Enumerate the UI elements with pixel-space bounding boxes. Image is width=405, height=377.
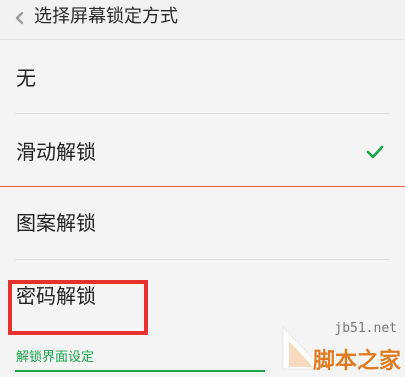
watermark-name: 脚本之家 bbox=[312, 349, 401, 374]
highlight-box bbox=[8, 280, 148, 335]
title-bar: 选择屏幕锁定方式 bbox=[0, 0, 405, 40]
option-label: 无 bbox=[16, 66, 36, 90]
option-none[interactable]: 无 bbox=[0, 40, 405, 114]
watermark-url: jb51.net bbox=[334, 321, 397, 336]
section-header: 解锁界面设定 bbox=[16, 350, 95, 365]
option-swipe-unlock[interactable]: 滑动解锁 bbox=[0, 114, 405, 186]
chevron-left-icon bbox=[15, 11, 24, 25]
option-label: 滑动解锁 bbox=[16, 140, 96, 164]
page-title: 选择屏幕锁定方式 bbox=[34, 6, 178, 27]
screen: 选择屏幕锁定方式 无 滑动解锁 图案解锁 密码解锁 解锁界面设定 jb51.ne… bbox=[0, 0, 405, 377]
check-icon bbox=[366, 145, 384, 159]
watermark: jb51.net 脚本之家 bbox=[255, 317, 405, 377]
back-button[interactable] bbox=[8, 6, 32, 30]
option-label: 图案解锁 bbox=[16, 211, 96, 235]
option-pattern-unlock[interactable]: 图案解锁 bbox=[0, 187, 405, 259]
section-underline bbox=[15, 370, 265, 372]
